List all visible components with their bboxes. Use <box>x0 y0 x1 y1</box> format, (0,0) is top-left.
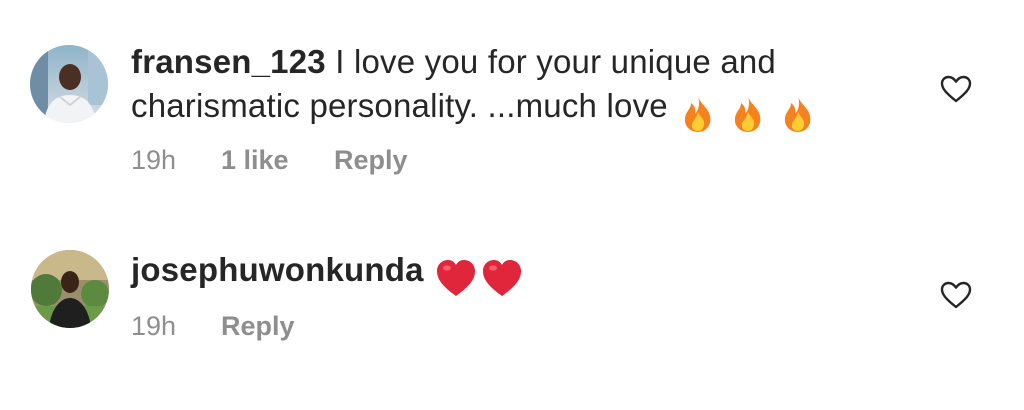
comment-meta: 19h Reply <box>131 310 295 342</box>
comment-username[interactable]: josephuwonkunda <box>131 251 424 288</box>
red-heart-emoji <box>482 260 521 297</box>
comment-body: josephuwonkunda <box>131 248 891 299</box>
fire-emoji <box>734 96 761 133</box>
comment-meta: 19h 1 like Reply <box>131 144 408 176</box>
red-heart-emoji <box>436 260 475 297</box>
comment-text-line2: charismatic personality. ...much love <box>131 87 668 124</box>
reply-button[interactable]: Reply <box>221 311 295 341</box>
fire-emoji <box>784 96 811 133</box>
heart-outline-icon[interactable] <box>940 74 972 104</box>
comment-username[interactable]: fransen_123 <box>131 43 326 80</box>
fire-emoji <box>684 96 711 133</box>
reply-button[interactable]: Reply <box>334 145 408 175</box>
comment-text-line1: I love you for your unique and <box>335 43 776 80</box>
fire-emoji-group <box>678 90 828 134</box>
avatar[interactable] <box>31 250 109 328</box>
heart-emoji-group <box>434 254 526 299</box>
comment-timestamp: 19h <box>131 145 177 175</box>
comment-body: fransen_123 I love you for your unique a… <box>131 40 891 134</box>
comment-item: fransen_123 I love you for your unique a… <box>0 0 1024 200</box>
comment-timestamp: 19h <box>131 311 177 341</box>
avatar[interactable] <box>30 45 108 123</box>
comment-item: josephuwonkunda 19h Reply <box>0 230 1024 410</box>
heart-outline-icon[interactable] <box>940 280 972 310</box>
comment-like-count[interactable]: 1 like <box>221 144 334 176</box>
